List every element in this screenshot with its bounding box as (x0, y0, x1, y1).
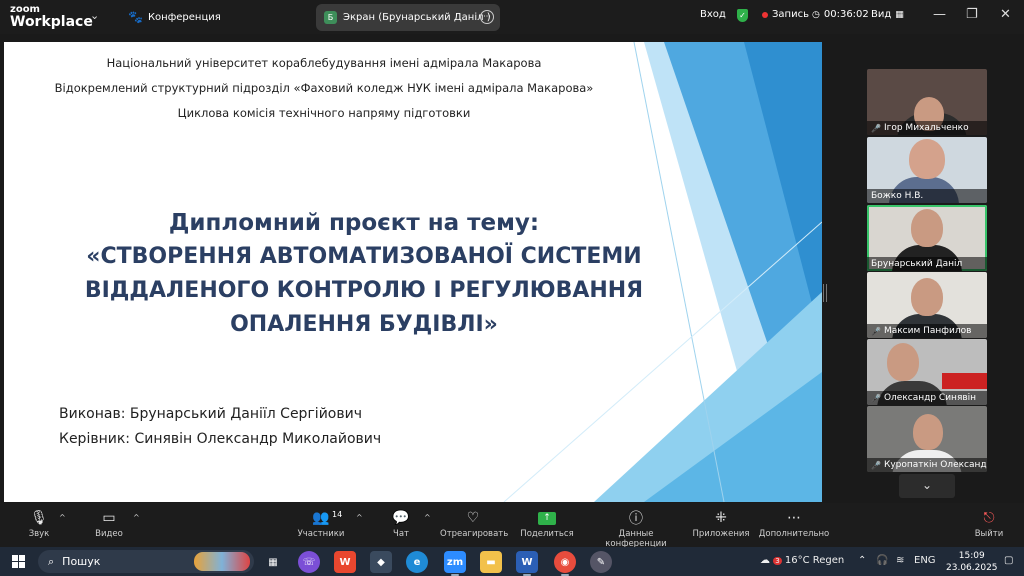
video-button[interactable]: ▭ Видео (92, 507, 126, 539)
zoom-icon[interactable]: zm (444, 551, 466, 576)
record-dot-icon (762, 11, 768, 18)
taskbar-clock[interactable]: 15:09 23.06.2025 (946, 550, 998, 574)
mic-muted-icon: 🎤 (871, 326, 881, 336)
audio-button[interactable]: 🎙 Звук (24, 507, 54, 539)
word-icon[interactable]: W (516, 551, 538, 576)
view-button[interactable]: Вид ▦ (871, 9, 904, 20)
zoom-logo[interactable]: zoom Workplace (10, 4, 93, 29)
slide-header-line-1: Національний університет кораблебудуванн… (106, 56, 542, 70)
mic-muted-icon: 🎤 (871, 393, 881, 403)
language-indicator[interactable]: ENG (914, 555, 936, 566)
tab-screen-share[interactable]: Б Экран (Брунарський Даніл ) ··· (316, 4, 500, 31)
meeting-toolbar: 🎙 Звук ^ ▭ Видео ^ 👥 Участники 14 ^ 💬 Ча… (0, 503, 1024, 549)
participant-video (913, 414, 943, 450)
participant-video (911, 209, 943, 247)
grid-icon: ▦ (895, 9, 904, 20)
wifi-icon[interactable]: ≋ (896, 555, 904, 566)
meeting-timer: ◷ 00:36:02 (812, 9, 869, 20)
more-icon: ⋯ (787, 510, 801, 526)
chat-options-caret[interactable]: ^ (424, 513, 431, 522)
chevron-up-icon[interactable]: ⌃ (858, 555, 866, 566)
chat-icon: 💬 (392, 510, 410, 526)
tab-label: Экран (Брунарський Даніл ) (343, 12, 491, 23)
weather-widget[interactable]: ☁ 3 16°C Regen (760, 555, 844, 566)
headset-icon[interactable]: 🎧 (876, 555, 888, 566)
info-icon: ⓘ (629, 511, 643, 527)
more-icon[interactable]: ··· (480, 10, 494, 24)
heart-icon: ♡ (466, 510, 480, 526)
participant-video (909, 139, 945, 179)
taskbar-search[interactable]: ⌕ Пошук (38, 550, 254, 573)
wps-icon[interactable]: W (334, 551, 356, 573)
file-explorer-icon[interactable]: ▬ (480, 551, 502, 573)
participant-tile[interactable]: 🎤 Ігор Михальченко (867, 69, 987, 135)
search-icon: ⌕ (48, 554, 55, 568)
weather-badge: 3 (773, 557, 782, 565)
apps-icon: ⁜ (715, 510, 727, 526)
mic-muted-icon: 🎤 (871, 123, 881, 133)
windows-taskbar: ⌕ Пошук ▦ ☏ W ◆ e zm ▬ W ◉ ✎ ☁ 3 16°C Re… (0, 547, 1024, 576)
clock-icon: ◷ (812, 9, 820, 20)
participants-options-caret[interactable]: ^ (356, 513, 363, 522)
more-button[interactable]: ⋯ Дополнительно (758, 507, 830, 539)
participants-count: 14 (332, 510, 343, 519)
search-highlight-image (194, 552, 250, 571)
login-button[interactable]: Вход (700, 9, 726, 20)
shared-screen: Національний університет кораблебудуванн… (4, 42, 822, 502)
minimize-icon[interactable]: — (933, 7, 946, 22)
react-button[interactable]: ♡ Отреагировать (440, 507, 508, 539)
viber-icon[interactable]: ☏ (298, 551, 320, 573)
participant-video (911, 278, 943, 316)
apps-button[interactable]: ⁜ Приложения (692, 507, 750, 539)
slide-header-line-3: Циклова комісія технічного напряму підго… (177, 106, 471, 120)
slide-title-line-3: ОПАЛЕННЯ БУДІВЛІ» (230, 312, 498, 337)
mic-muted-icon: 🎤 (871, 460, 881, 470)
edge-icon[interactable]: e (406, 551, 428, 573)
app-icon-2[interactable]: ✎ (590, 551, 612, 573)
slide-title-intro: Дипломний проєкт на тему: (168, 210, 540, 236)
zoom-window: zoom Workplace ⌄ 🐾 Конференция Б Экран (… (0, 0, 1024, 576)
meeting-info-button[interactable]: ⓘ Данные конференции (588, 507, 684, 549)
conference-menu[interactable]: 🐾 Конференция (128, 10, 221, 24)
chrome-icon[interactable]: ◉ (554, 551, 576, 576)
leave-button[interactable]: ⎋ Выйти (972, 507, 1006, 539)
slide-title-line-2: ВІДДАЛЕНОГО КОНТРОЛЮ І РЕГУЛЮВАННЯ (84, 278, 644, 303)
windows-start-icon[interactable] (12, 555, 25, 568)
share-screen-icon: ↑ (538, 511, 556, 525)
camera-icon: ▭ (102, 510, 116, 526)
audio-options-caret[interactable]: ^ (59, 513, 66, 522)
slide-header-line-2: Відокремлений структурний підрозділ «Фах… (54, 81, 594, 95)
chevron-down-icon: ⌄ (921, 478, 933, 492)
slide-author: Виконав: Брунарський Даніїл Сергійович (59, 406, 362, 422)
security-shield-icon[interactable]: ✓ (737, 9, 748, 22)
participant-tile[interactable]: 🎤 Максим Панфилов (867, 272, 987, 338)
tab-badge: Б (324, 11, 337, 24)
participant-video (887, 343, 919, 381)
slide-title-line-1: «СТВОРЕННЯ АВТОМАТИЗОВАНОЇ СИСТЕМИ (86, 244, 642, 269)
participant-tile[interactable]: Божко Н.В. (867, 137, 987, 203)
chat-button[interactable]: 💬 Чат (386, 507, 416, 539)
scroll-tiles-down-button[interactable]: ⌄ (899, 474, 955, 498)
title-bar: zoom Workplace ⌄ 🐾 Конференция Б Экран (… (0, 0, 1024, 34)
video-options-caret[interactable]: ^ (133, 513, 140, 522)
chevron-down-icon[interactable]: ⌄ (90, 9, 99, 22)
slide-supervisor: Керівник: Синявін Олександр Миколайович (59, 431, 382, 447)
microphone-icon: 🎙 (30, 510, 48, 526)
leave-icon: ⎋ (983, 510, 995, 526)
task-view-icon[interactable]: ▦ (262, 551, 284, 573)
participant-tile[interactable]: 🎤 Олександр Синявін (867, 339, 987, 405)
weather-icon: ☁ (760, 555, 770, 566)
notifications-icon[interactable]: ▢ (1004, 555, 1013, 566)
record-indicator[interactable]: Запись (762, 9, 809, 20)
share-button[interactable]: ↑ Поделиться (520, 507, 574, 539)
participant-tile[interactable]: 🎤 Куропаткін Олександр (867, 406, 987, 472)
restore-icon[interactable]: ❐ (966, 7, 978, 22)
paw-icon: 🐾 (128, 10, 143, 24)
participant-tile-active[interactable]: Брунарський Даніл (867, 205, 987, 271)
panel-resize-handle[interactable] (823, 284, 827, 302)
app-icon[interactable]: ◆ (370, 551, 392, 573)
close-icon[interactable]: ✕ (1000, 7, 1011, 22)
